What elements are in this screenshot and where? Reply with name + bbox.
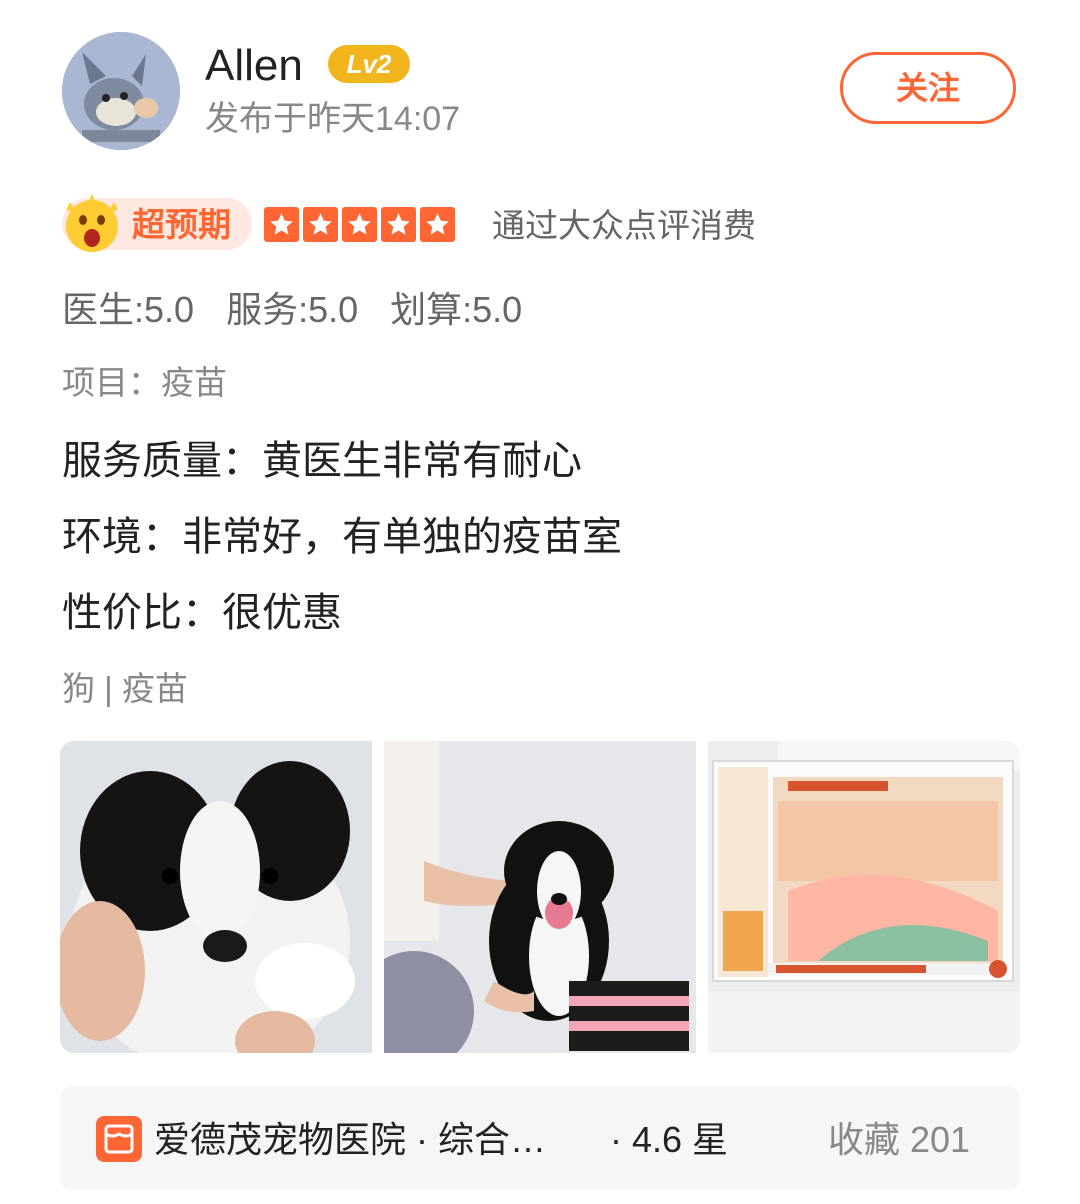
- star-icon: [303, 207, 338, 242]
- review-line: 服务质量：黄医生非常有耐心: [62, 439, 582, 483]
- review-line: 环境：非常好，有单独的疫苗室: [62, 515, 622, 559]
- shop-name[interactable]: 爱德茂宠物医院 · 综合…: [154, 1118, 546, 1162]
- review-tags[interactable]: 狗 | 疫苗: [62, 668, 188, 710]
- avatar[interactable]: [62, 32, 180, 150]
- review-photo[interactable]: [384, 741, 696, 1053]
- super-expectation-label: 超预期: [132, 206, 231, 243]
- consumption-source: 通过大众点评消费: [492, 207, 756, 244]
- surprised-face-icon: [60, 192, 124, 256]
- shop-favorites: 收藏 201: [828, 1119, 971, 1160]
- star-icon: [342, 207, 377, 242]
- review-photo[interactable]: [708, 741, 1020, 1053]
- sub-scores: 医生:5.0 服务:5.0 划算:5.0: [62, 288, 522, 332]
- level-badge: Lv2: [328, 45, 410, 83]
- star-icon: [420, 207, 455, 242]
- username[interactable]: Allen: [205, 40, 303, 92]
- shop-rating: · 4.6 星: [610, 1119, 729, 1160]
- star-icon: [264, 207, 299, 242]
- doctor-score: 医生:5.0: [62, 289, 195, 330]
- service-score: 服务:5.0: [226, 289, 359, 330]
- star-rating: [264, 207, 455, 242]
- star-icon: [381, 207, 416, 242]
- value-score: 划算:5.0: [390, 289, 523, 330]
- review-photo[interactable]: [60, 741, 372, 1053]
- shop-icon: [96, 1116, 142, 1162]
- post-time: 发布于昨天14:07: [205, 100, 461, 138]
- project-label: 项目：疫苗: [62, 364, 227, 401]
- follow-button[interactable]: 关注: [840, 52, 1016, 124]
- review-line: 性价比：很优惠: [62, 591, 342, 635]
